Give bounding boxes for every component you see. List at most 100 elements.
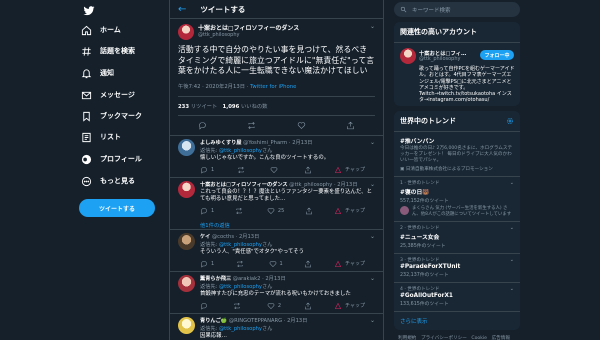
- tip-button[interactable]: チャップ: [334, 302, 365, 310]
- retweet-button[interactable]: [233, 302, 244, 310]
- nav-explore[interactable]: 話題を検索: [81, 43, 135, 59]
- like-button[interactable]: 1: [269, 260, 283, 268]
- share-icon[interactable]: [346, 121, 355, 130]
- share-button[interactable]: [304, 302, 312, 310]
- reply-date[interactable]: · 2月13日: [262, 276, 286, 282]
- share-button[interactable]: [304, 166, 312, 174]
- trend-item[interactable]: #推バンパン 今日は推のの日♪ 2万6,000名さまに、ホログラムステッカーをプ…: [394, 132, 520, 177]
- tweet-client-link[interactable]: Twitter for iPhone: [250, 84, 296, 90]
- chevron-down-icon[interactable]: ⌄: [510, 225, 514, 231]
- reply-button[interactable]: 1: [200, 166, 214, 174]
- retweet-label[interactable]: リツイート: [189, 104, 222, 110]
- reply-author-handle[interactable]: @arakiak2: [233, 276, 261, 282]
- reply-to-handle[interactable]: @ttk_philosophy: [219, 326, 262, 332]
- following-button[interactable]: フォロー中: [480, 50, 514, 60]
- avatar[interactable]: [178, 23, 194, 40]
- nav-lists[interactable]: リスト: [81, 129, 121, 145]
- reply-author-handle[interactable]: @RINGOTEPPANARG: [229, 318, 282, 324]
- like-button[interactable]: [270, 166, 281, 174]
- retweet-icon[interactable]: [247, 121, 256, 130]
- reply-icon[interactable]: [198, 121, 207, 130]
- chevron-down-icon[interactable]: ⌄: [510, 286, 514, 292]
- retweet-button[interactable]: [237, 166, 248, 174]
- back-arrow-icon[interactable]: ←: [178, 4, 186, 15]
- reply-tweet[interactable]: 薫青らか飛三 @arakiak2 · 2月13日 返信先: @ttk_philo…: [170, 272, 383, 314]
- reply-date[interactable]: · 2月13日: [334, 182, 358, 188]
- reply-author-handle[interactable]: @ttk_philosophy: [289, 182, 332, 188]
- nav-notifications[interactable]: 通知: [81, 65, 114, 81]
- share-button[interactable]: [304, 260, 312, 268]
- trend-name: #ニュース女会: [400, 235, 440, 242]
- retweet-count[interactable]: 233: [178, 104, 189, 110]
- like-count[interactable]: 1,096: [223, 104, 240, 110]
- gear-icon[interactable]: [506, 117, 514, 125]
- tip-button[interactable]: チャップ: [334, 166, 365, 174]
- chevron-down-icon[interactable]: ⌄: [510, 257, 514, 263]
- twitter-logo-icon[interactable]: [83, 5, 95, 17]
- reply-button[interactable]: [200, 302, 211, 310]
- reply-date[interactable]: · 2月13日: [289, 140, 313, 146]
- search-input[interactable]: キーワード検索: [412, 6, 451, 14]
- avatar[interactable]: [178, 138, 195, 156]
- avatar[interactable]: [400, 48, 416, 64]
- reply-author-name[interactable]: 十案おとは□フィロソフィーのダンス: [200, 182, 288, 188]
- show-more-replies-link[interactable]: 他1件の返信: [170, 218, 383, 230]
- account-handle[interactable]: @ttk_philosophy: [419, 56, 460, 62]
- chevron-down-icon[interactable]: ⌄: [370, 275, 375, 282]
- related-account[interactable]: 十案おとは□フィ… @ttk_philosophy フォロー中 歌って踊って自作…: [394, 43, 520, 106]
- tip-button[interactable]: チャップ: [334, 260, 365, 268]
- author-handle[interactable]: @ttk_philosophy: [198, 32, 299, 39]
- like-button[interactable]: 2: [267, 302, 281, 310]
- trend-item[interactable]: 2 · 世界のトレンド ⌄ #ニュース女会 25,385件のツイート: [394, 222, 520, 255]
- chevron-down-icon[interactable]: ⌄: [510, 180, 514, 186]
- trend-item[interactable]: 1 · 世界のトレンド ⌄ #寝の日🐻 557,152件のツイート まくらさん …: [394, 177, 520, 223]
- chevron-down-icon[interactable]: ⌄: [370, 317, 375, 324]
- chevron-down-icon[interactable]: ⌄: [370, 139, 375, 146]
- nav-messages[interactable]: メッセージ: [81, 87, 135, 103]
- chevron-down-icon[interactable]: ⌄: [370, 181, 375, 188]
- reply-author-name[interactable]: ケイ: [200, 234, 210, 240]
- nav-profile[interactable]: プロフィール: [81, 151, 142, 167]
- nav-more[interactable]: もっと見る: [81, 173, 135, 189]
- reply-author-name[interactable]: 青りんご🍏: [200, 318, 227, 324]
- avatar[interactable]: [178, 274, 195, 292]
- reply-button[interactable]: 1: [200, 260, 214, 268]
- reply-tweet[interactable]: ケイ @cocths · 2月13日 返信先: @ttk_philosophyさ…: [170, 230, 383, 272]
- reply-author-handle[interactable]: @Yoshimi_Pharm: [243, 140, 287, 146]
- retweet-button[interactable]: [235, 207, 246, 215]
- chevron-down-icon[interactable]: ⌄: [370, 23, 375, 30]
- tip-button[interactable]: チャップ: [334, 207, 365, 215]
- reply-tweet[interactable]: よしみゆくすり屋 @Yoshimi_Pharm · 2月13日 返信先: @tt…: [170, 136, 383, 178]
- reply-date[interactable]: · 2月13日: [236, 234, 260, 240]
- avatar[interactable]: [178, 316, 195, 334]
- reply-author-handle[interactable]: @cocths: [212, 234, 234, 240]
- avatar[interactable]: [178, 180, 195, 198]
- trend-name: #推バンパン: [400, 139, 435, 145]
- reply-author-name[interactable]: よしみゆくすり屋: [200, 140, 242, 146]
- compose-tweet-button[interactable]: ツイートする: [79, 199, 155, 217]
- chevron-down-icon[interactable]: ⌄: [370, 233, 375, 240]
- heart-icon[interactable]: [297, 121, 306, 130]
- show-more-trends-link[interactable]: さらに表示: [394, 312, 520, 330]
- heart-icon: [270, 166, 278, 174]
- reply-tweet[interactable]: 十案おとは□フィロソフィーのダンス @ttk_philosophy · 2月13…: [170, 178, 383, 218]
- nav-bookmarks[interactable]: ブックマーク: [81, 108, 142, 124]
- nav-home[interactable]: ホーム: [81, 22, 121, 38]
- search-box[interactable]: キーワード検索: [394, 2, 520, 17]
- avatar[interactable]: [178, 232, 195, 250]
- footer-links[interactable]: 利用規約 プライバシーポリシー Cookie 広告情報 もっと見る © 2020…: [394, 330, 520, 340]
- reply-date[interactable]: · 2月13日: [284, 318, 308, 324]
- like-button[interactable]: 25: [267, 207, 284, 215]
- reply-to-handle[interactable]: @ttk_philosophy: [219, 148, 262, 154]
- like-label[interactable]: いいねの数: [239, 104, 268, 110]
- reply-tweet[interactable]: 青りんご🍏 @RINGOTEPPANARG · 2月13日 返信先: @ttk_…: [170, 314, 383, 340]
- reply-button[interactable]: 1: [200, 207, 214, 215]
- retweet-button[interactable]: [236, 260, 247, 268]
- reply-to-handle[interactable]: @ttk_philosophy: [219, 242, 262, 248]
- trend-item[interactable]: 4 · 世界のトレンド ⌄ #GoAllOutForX1 133,615件のツイ…: [394, 283, 520, 313]
- author-name[interactable]: 十案おとは□フィロソフィーのダンス: [198, 25, 299, 32]
- reply-to-handle[interactable]: @ttk_philosophy: [219, 284, 262, 290]
- reply-author-name[interactable]: 薫青らか飛三: [200, 276, 231, 282]
- share-button[interactable]: [305, 207, 313, 215]
- trend-item[interactable]: 3 · 世界のトレンド ⌄ #ParadeForXTUnit 232,137件の…: [394, 254, 520, 284]
